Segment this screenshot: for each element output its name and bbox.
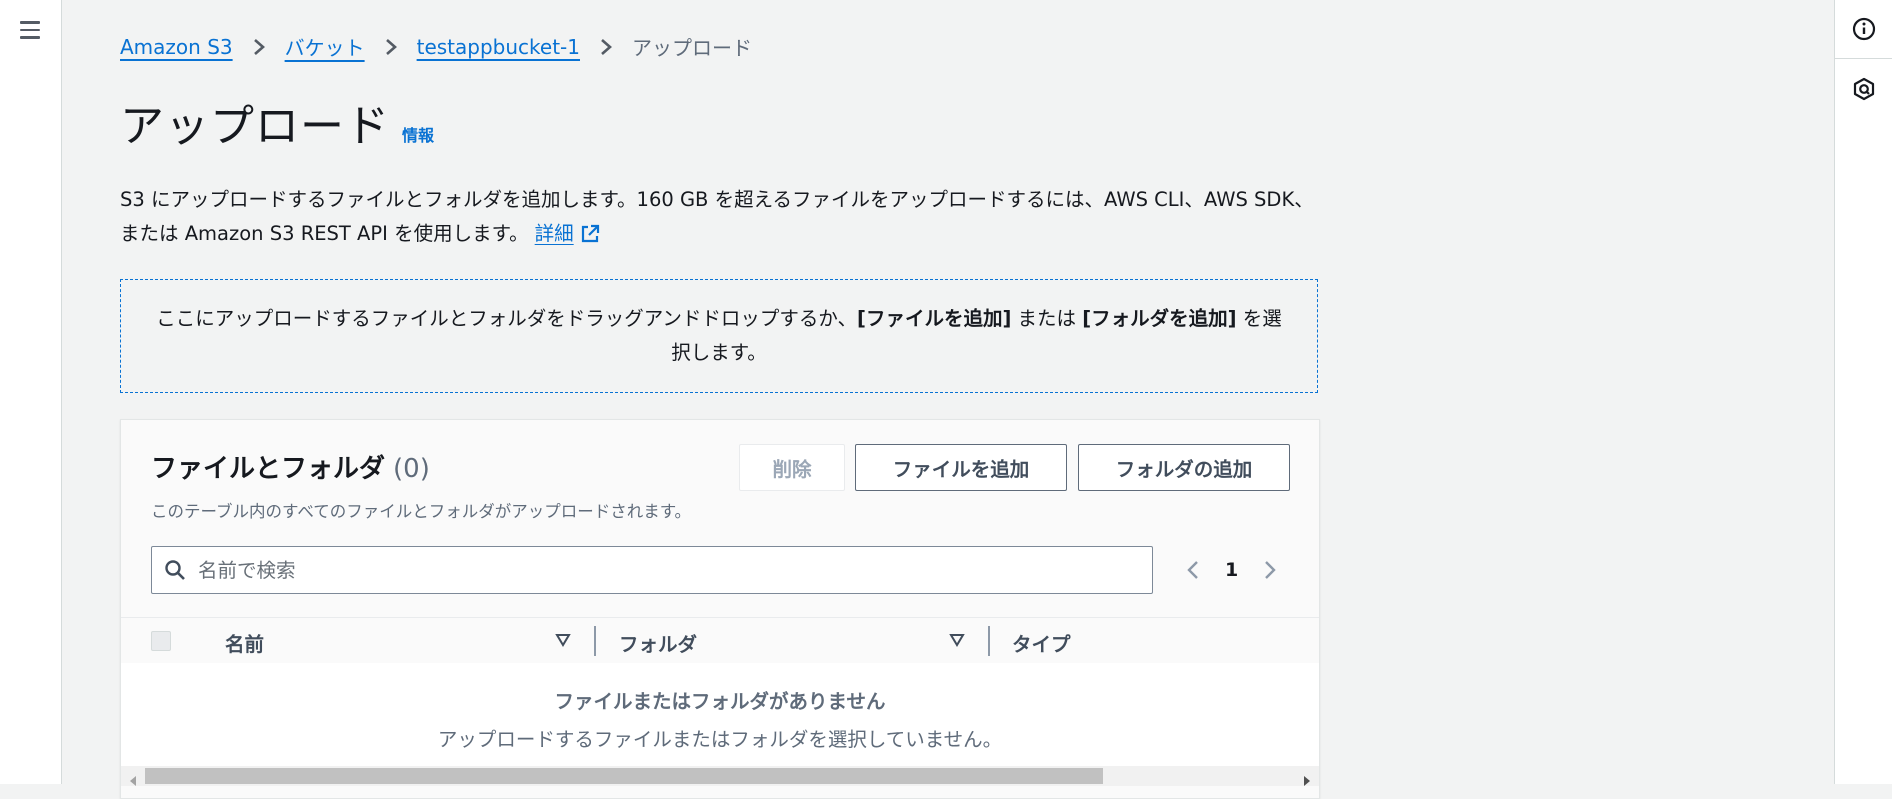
dropzone-add-folder-text: [フォルダを追加] — [1082, 307, 1237, 330]
learn-more-link[interactable]: 詳細 — [535, 222, 600, 245]
info-icon — [1852, 17, 1875, 41]
select-all-checkbox[interactable] — [151, 631, 171, 651]
learn-more-label: 詳細 — [534, 222, 574, 245]
breadcrumb: Amazon S3 バケット testappbucket-1 アップロード — [120, 32, 752, 61]
column-divider[interactable] — [988, 626, 990, 656]
empty-state: ファイルまたはフォルダがありません アップロードするファイルまたはフォルダを選択… — [121, 663, 1319, 773]
info-link[interactable]: 情報 — [402, 122, 434, 146]
menu-icon[interactable] — [18, 18, 42, 42]
add-folder-button[interactable]: フォルダの追加 — [1078, 444, 1290, 491]
chevron-right-icon — [600, 38, 612, 56]
delete-button[interactable]: 削除 — [739, 444, 845, 491]
breadcrumb-current: アップロード — [632, 36, 752, 60]
empty-state-title: ファイルまたはフォルダがありません — [554, 690, 886, 713]
panel-header: ファイルとフォルダ (0) — [151, 448, 430, 485]
dropzone-text-prefix: ここにアップロードするファイルとフォルダをドラッグアンドドロップするか、 — [156, 307, 858, 330]
add-files-button[interactable]: ファイルを追加 — [855, 444, 1067, 491]
table-header: 名前 フォルダ タイプ — [121, 617, 1319, 665]
scroll-right-arrow-icon[interactable] — [1303, 771, 1311, 790]
horizontal-scrollbar[interactable] — [121, 766, 1319, 786]
info-panel-button[interactable] — [1835, 0, 1892, 59]
sort-down-icon[interactable] — [949, 632, 965, 651]
scrollbar-thumb[interactable] — [145, 768, 1103, 784]
chevron-right-icon — [385, 38, 397, 56]
files-and-folders-panel: ファイルとフォルダ (0) このテーブル内のすべてのファイルとフォルダがアップロ… — [120, 419, 1320, 799]
breadcrumb-buckets[interactable]: バケット — [285, 32, 365, 61]
left-nav-rail — [0, 0, 62, 784]
dropzone-add-files-text: [ファイルを追加] — [857, 307, 1012, 330]
search-input[interactable] — [196, 557, 1100, 583]
column-header-type[interactable]: タイプ — [1012, 628, 1071, 657]
external-link-icon — [580, 221, 600, 255]
help-panel-icon — [1853, 77, 1874, 101]
upload-dropzone[interactable]: ここにアップロードするファイルとフォルダをドラッグアンドドロップするか、[ファイ… — [120, 279, 1318, 393]
page-description: S3 にアップロードするファイルとフォルダを追加します。160 GB を超えるフ… — [120, 183, 1330, 255]
empty-state-subtitle: アップロードするファイルまたはフォルダを選択していません。 — [437, 728, 1003, 751]
page-title: アップロード — [120, 101, 390, 152]
breadcrumb-amazon-s3[interactable]: Amazon S3 — [120, 35, 233, 59]
panel-description: このテーブル内のすべてのファイルとフォルダがアップロードされます。 — [151, 502, 692, 521]
help-panel-button[interactable] — [1835, 60, 1892, 118]
panel-count: (0) — [393, 454, 430, 484]
search-icon — [164, 559, 186, 581]
sort-down-icon[interactable] — [555, 632, 571, 651]
scroll-left-arrow-icon[interactable] — [129, 771, 137, 790]
chevron-left-icon[interactable] — [1181, 556, 1205, 584]
chevron-right-icon[interactable] — [1258, 556, 1282, 584]
page-header: アップロード 情報 — [120, 90, 434, 154]
panel-title: ファイルとフォルダ — [151, 454, 386, 484]
column-header-name[interactable]: 名前 — [225, 628, 264, 657]
page-number[interactable]: 1 — [1225, 559, 1238, 581]
dropzone-text: ここにアップロードするファイルとフォルダをドラッグアンドドロップするか、[ファイ… — [151, 302, 1287, 370]
description-text: S3 にアップロードするファイルとフォルダを追加します。160 GB を超えるフ… — [120, 188, 1314, 245]
right-tools-rail — [1834, 0, 1892, 784]
dropzone-or: または — [1011, 307, 1083, 330]
chevron-right-icon — [253, 38, 265, 56]
pagination: 1 — [1181, 556, 1282, 584]
breadcrumb-bucket-name[interactable]: testappbucket-1 — [417, 35, 580, 59]
column-header-folder[interactable]: フォルダ — [619, 628, 697, 657]
search-box — [151, 546, 1153, 594]
column-divider[interactable] — [594, 626, 596, 656]
